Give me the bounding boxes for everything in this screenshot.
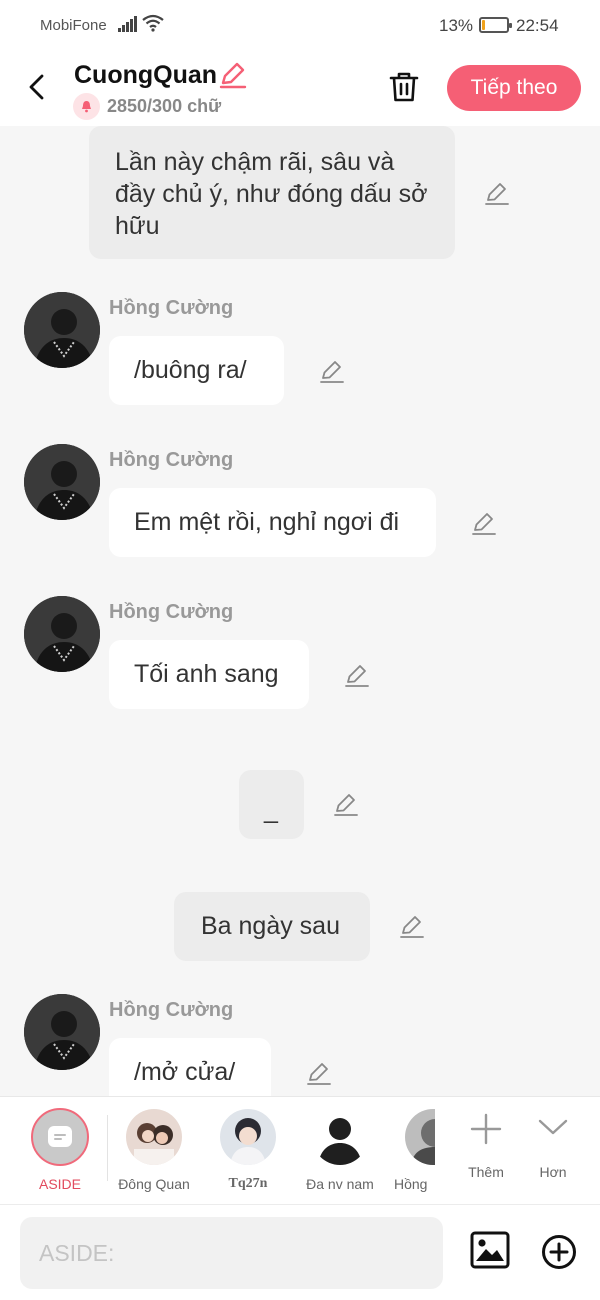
edit-message-icon[interactable] bbox=[399, 913, 425, 939]
narration-bubble[interactable]: Ba ngày sau bbox=[174, 892, 370, 961]
chat-area: Lần này chậm rãi, sâu và đầy chủ ý, như … bbox=[0, 126, 600, 1096]
character-counter: 2850/300 chữ bbox=[107, 96, 222, 116]
add-character-label[interactable]: Thêm bbox=[462, 1164, 510, 1180]
message-text: _ bbox=[264, 796, 278, 824]
message-text: /buông ra/ bbox=[134, 356, 247, 384]
next-button[interactable]: Tiếp theo bbox=[447, 65, 581, 111]
edit-message-icon[interactable] bbox=[333, 791, 359, 817]
status-bar: MobiFone 13% 22:54 bbox=[0, 0, 600, 52]
speaker-name: Hồng Cường bbox=[109, 999, 234, 1021]
edit-message-icon[interactable] bbox=[471, 510, 497, 536]
speaker-name: Hồng Cường bbox=[109, 449, 234, 471]
plus-icon[interactable] bbox=[470, 1113, 502, 1145]
back-arrow-icon[interactable] bbox=[22, 70, 52, 104]
edit-title-icon[interactable] bbox=[218, 60, 248, 90]
message-text: Lần này chậm rãi, sâu và đầy chủ ý, như … bbox=[115, 148, 428, 240]
character-avatar[interactable] bbox=[220, 1109, 276, 1165]
avatar[interactable] bbox=[24, 994, 100, 1070]
message-text: /mở cửa/ bbox=[134, 1058, 236, 1086]
signal-icon bbox=[118, 16, 138, 32]
chevron-down-icon[interactable] bbox=[537, 1117, 569, 1137]
add-circle-icon[interactable] bbox=[541, 1234, 577, 1270]
divider bbox=[107, 1115, 108, 1181]
clock: 22:54 bbox=[516, 16, 559, 35]
speech-bubble[interactable]: Tối anh sang bbox=[109, 640, 309, 709]
aside-input[interactable] bbox=[20, 1217, 443, 1289]
input-area bbox=[0, 1204, 600, 1300]
speech-bubble[interactable]: /buông ra/ bbox=[109, 336, 284, 405]
character-avatar[interactable] bbox=[126, 1109, 182, 1165]
message-text: Tối anh sang bbox=[134, 660, 279, 688]
character-name: Đa nv nam bbox=[306, 1176, 374, 1192]
header: CuongQuan 2850/300 chữ Tiếp theo bbox=[0, 52, 600, 126]
chat-bubble-icon bbox=[48, 1126, 72, 1147]
edit-message-icon[interactable] bbox=[319, 358, 345, 384]
edit-message-icon[interactable] bbox=[484, 180, 510, 206]
edit-message-icon[interactable] bbox=[306, 1060, 332, 1086]
narration-bubble[interactable]: Lần này chậm rãi, sâu và đầy chủ ý, như … bbox=[89, 126, 455, 259]
avatar[interactable] bbox=[24, 292, 100, 368]
carrier-name: MobiFone bbox=[40, 17, 107, 34]
message-text: Ba ngày sau bbox=[201, 912, 340, 940]
character-name: Đông Quan bbox=[118, 1176, 190, 1192]
trash-icon[interactable] bbox=[388, 70, 420, 104]
narration-bubble[interactable]: _ bbox=[239, 770, 304, 839]
character-avatar[interactable] bbox=[312, 1109, 368, 1165]
aside-character-button[interactable] bbox=[31, 1108, 89, 1166]
aside-label: ASIDE bbox=[38, 1176, 81, 1192]
bell-icon bbox=[73, 93, 100, 120]
wifi-icon bbox=[142, 14, 164, 32]
message-text: Em mệt rồi, nghỉ ngơi đi bbox=[134, 508, 400, 536]
battery-icon bbox=[479, 17, 512, 33]
speech-bubble[interactable]: Em mệt rồi, nghỉ ngơi đi bbox=[109, 488, 436, 557]
story-title[interactable]: CuongQuan bbox=[74, 61, 217, 90]
more-label[interactable]: Hơn bbox=[533, 1164, 573, 1180]
avatar[interactable] bbox=[24, 444, 100, 520]
character-selector: ASIDE Đông Quan Tq27n Đa nv nam Hồng Thê… bbox=[0, 1096, 600, 1204]
speech-bubble[interactable]: /mở cửa/ bbox=[109, 1038, 271, 1096]
speaker-name: Hồng Cường bbox=[109, 601, 234, 623]
avatar[interactable] bbox=[24, 596, 100, 672]
edit-message-icon[interactable] bbox=[344, 662, 370, 688]
speaker-name: Hồng Cường bbox=[109, 297, 234, 319]
character-avatar[interactable] bbox=[405, 1109, 435, 1165]
character-name: Hồng bbox=[394, 1176, 428, 1192]
image-icon[interactable] bbox=[470, 1231, 510, 1269]
battery-percent: 13% bbox=[439, 16, 474, 35]
character-name: Tq27n bbox=[228, 1176, 268, 1191]
